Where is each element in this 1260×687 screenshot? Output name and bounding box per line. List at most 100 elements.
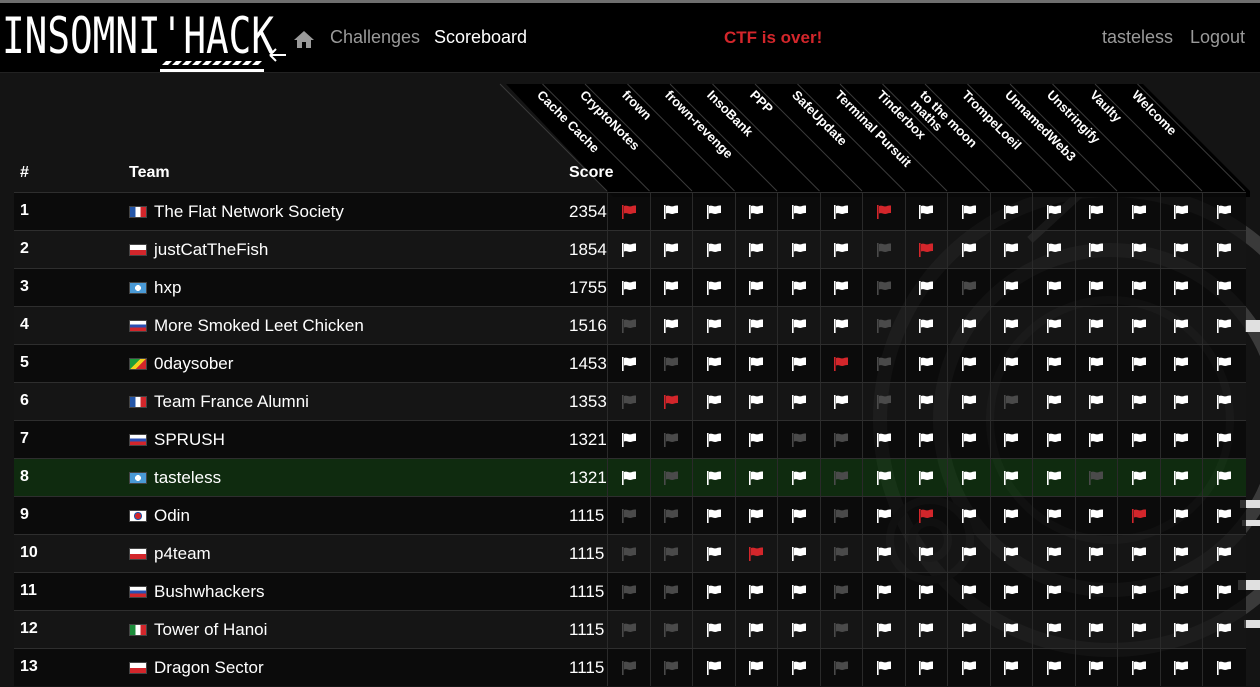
country-flag-icon — [129, 434, 147, 446]
team-name[interactable]: Dragon Sector — [154, 658, 264, 678]
table-row[interactable]: 10 p4team 1115 — [14, 534, 1246, 572]
challenge-flag-icon — [607, 231, 649, 268]
table-row[interactable]: 1 The Flat Network Society 2354 — [14, 192, 1246, 230]
team-cell[interactable]: More Smoked Leet Chicken — [129, 316, 364, 336]
team-name[interactable]: Team France Alumni — [154, 392, 309, 412]
challenge-flag-icon — [692, 193, 734, 230]
table-row[interactable]: 2 justCatTheFish 1854 — [14, 230, 1246, 268]
table-row[interactable]: 8 tasteless 1321 — [14, 458, 1246, 496]
challenge-flag-icon — [1074, 345, 1117, 382]
team-cell[interactable]: Odin — [129, 506, 190, 526]
challenge-flag-icon — [947, 307, 989, 344]
challenge-flag-icon — [989, 649, 1032, 686]
home-icon[interactable] — [293, 29, 315, 49]
rank-cell: 1 — [20, 202, 29, 219]
team-name[interactable]: Odin — [154, 506, 190, 526]
logout-link[interactable]: Logout — [1190, 27, 1245, 48]
team-name[interactable]: tasteless — [154, 468, 221, 488]
challenge-flag-icon — [734, 535, 777, 572]
team-name[interactable]: Tower of Hanoi — [154, 620, 267, 640]
country-flag-icon — [129, 282, 147, 294]
team-cell[interactable]: Tower of Hanoi — [129, 620, 267, 640]
team-cell[interactable]: 0daysober — [129, 354, 233, 374]
challenge-flag-icon — [989, 459, 1032, 496]
challenge-flag-icon — [1202, 193, 1244, 230]
challenge-flag-icon — [607, 421, 649, 458]
team-name[interactable]: p4team — [154, 544, 211, 564]
challenge-flag-icon — [649, 421, 692, 458]
challenge-flag-icon — [904, 573, 947, 610]
challenge-flag-icon — [947, 535, 989, 572]
challenge-flag-icon — [947, 383, 989, 420]
team-cell[interactable]: p4team — [129, 544, 211, 564]
team-cell[interactable]: justCatTheFish — [129, 240, 268, 260]
challenge-flag-icon — [862, 307, 904, 344]
nav-challenges-link[interactable]: Challenges — [330, 27, 420, 48]
challenge-flag-icon — [819, 573, 862, 610]
score-cell: 1115 — [569, 506, 605, 525]
challenge-flag-icon — [777, 649, 819, 686]
team-name[interactable]: justCatTheFish — [154, 240, 268, 260]
rank-cell: 5 — [20, 354, 29, 371]
challenge-flag-icon — [862, 535, 904, 572]
table-row[interactable]: 4 More Smoked Leet Chicken 1516 — [14, 306, 1246, 344]
challenge-flag-icon — [734, 421, 777, 458]
table-row[interactable]: 11 Bushwhackers 1115 — [14, 572, 1246, 610]
team-name[interactable]: The Flat Network Society — [154, 202, 344, 222]
challenge-flag-icon — [734, 269, 777, 306]
challenge-flag-icon — [904, 611, 947, 648]
team-name[interactable]: SPRUSH — [154, 430, 225, 450]
team-cell[interactable]: hxp — [129, 278, 181, 298]
challenge-flag-icon — [734, 193, 777, 230]
team-cell[interactable]: tasteless — [129, 468, 221, 488]
challenge-flag-icon — [1202, 269, 1244, 306]
challenge-flag-icon — [1117, 345, 1159, 382]
table-row[interactable]: 6 Team France Alumni 1353 — [14, 382, 1246, 420]
user-profile-link[interactable]: tasteless — [1102, 27, 1173, 48]
challenge-flag-icon — [904, 193, 947, 230]
team-cell[interactable]: The Flat Network Society — [129, 202, 344, 222]
team-name[interactable]: hxp — [154, 278, 181, 298]
team-cell[interactable]: Dragon Sector — [129, 658, 264, 678]
table-row[interactable]: 3 hxp 1755 — [14, 268, 1246, 306]
team-name[interactable]: 0daysober — [154, 354, 233, 374]
team-column-header: Team — [129, 164, 170, 181]
table-row[interactable]: 13 Dragon Sector 1115 — [14, 648, 1246, 686]
challenge-flag-icon — [1159, 231, 1202, 268]
challenge-flag-icon — [862, 231, 904, 268]
challenge-flag-icon — [989, 611, 1032, 648]
nav-scoreboard-link[interactable]: Scoreboard — [434, 27, 527, 48]
challenge-flag-icon — [777, 231, 819, 268]
challenge-flag-icon — [1202, 383, 1244, 420]
challenge-flag-icon — [1159, 193, 1202, 230]
score-cell: 1115 — [569, 544, 605, 563]
team-cell[interactable]: SPRUSH — [129, 430, 225, 450]
challenge-flag-icon — [692, 231, 734, 268]
challenge-flag-icon — [989, 573, 1032, 610]
rank-column-header: # — [20, 164, 29, 181]
table-row[interactable]: 7 SPRUSH 1321 — [14, 420, 1246, 458]
challenge-flag-icon — [607, 649, 649, 686]
team-cell[interactable]: Bushwhackers — [129, 582, 265, 602]
challenge-flag-icon — [819, 497, 862, 534]
team-name[interactable]: Bushwhackers — [154, 582, 265, 602]
insomnihack-logo[interactable]: INSOMNI'HACK — [2, 9, 292, 73]
score-cell: 1115 — [569, 620, 605, 639]
table-row[interactable]: 5 0daysober 1453 — [14, 344, 1246, 382]
table-row[interactable]: 12 Tower of Hanoi 1115 — [14, 610, 1246, 648]
challenge-flag-icon — [862, 649, 904, 686]
challenge-flag-icon — [649, 193, 692, 230]
table-row[interactable]: 9 Odin 1115 — [14, 496, 1246, 534]
challenge-flag-icon — [819, 193, 862, 230]
challenge-flag-icon — [1074, 611, 1117, 648]
challenge-flag-icon — [947, 649, 989, 686]
rank-cell: 9 — [20, 506, 29, 523]
challenge-flag-icon — [649, 611, 692, 648]
challenge-flag-icon — [819, 383, 862, 420]
team-cell[interactable]: Team France Alumni — [129, 392, 309, 412]
team-name[interactable]: More Smoked Leet Chicken — [154, 316, 364, 336]
challenge-flag-icon — [947, 459, 989, 496]
country-flag-icon — [129, 472, 147, 484]
challenge-flag-icon — [862, 345, 904, 382]
challenge-flag-icon — [1117, 307, 1159, 344]
